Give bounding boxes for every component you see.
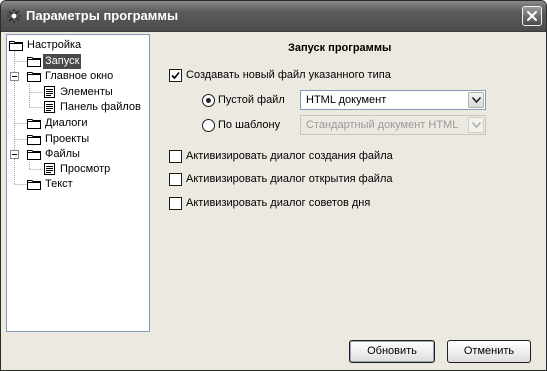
tree-item-projects[interactable]: Проекты [27, 132, 91, 147]
dropdown-button [468, 117, 484, 133]
document-icon [44, 163, 55, 175]
tree-item-label: Панель файлов [60, 101, 141, 113]
cancel-button[interactable]: Отменить [447, 340, 531, 363]
file-type-value: HTML документ [306, 94, 387, 106]
dialog-tips-label: Активизировать диалог советов дня [186, 197, 371, 209]
tree-item-label: Главное окно [45, 70, 114, 82]
tree-item-label: Проекты [45, 133, 90, 145]
chevron-down-icon [472, 97, 481, 103]
collapse-toggle[interactable] [10, 150, 19, 159]
folder-icon [27, 135, 41, 145]
create-new-file-checkbox[interactable] [169, 69, 182, 82]
folder-icon [27, 119, 41, 129]
dialog-create-checkbox[interactable] [169, 150, 182, 163]
tree-item-preview[interactable]: Просмотр [44, 162, 112, 177]
update-button[interactable]: Обновить [349, 340, 435, 363]
tree-item-startup[interactable]: Запуск [27, 54, 82, 69]
document-icon [44, 101, 55, 113]
dropdown-button[interactable] [468, 92, 484, 108]
section-title: Запуск программы [288, 42, 392, 54]
tree-item-files[interactable]: Файлы [27, 147, 82, 162]
tree-item-label: Текст [45, 178, 73, 190]
tree-item-dialogs[interactable]: Диалоги [27, 116, 90, 131]
by-template-radio[interactable] [202, 119, 215, 132]
tree-item-main-window[interactable]: Главное окно [27, 69, 115, 84]
title-bar[interactable]: Параметры программы [1, 1, 546, 32]
close-icon [527, 11, 537, 21]
dialog-create-label: Активизировать диалог создания файла [186, 150, 393, 162]
dialog-open-label: Активизировать диалог открытия файла [186, 173, 393, 185]
empty-file-label: Пустой файл [218, 94, 285, 106]
folder-icon [27, 150, 41, 160]
folder-icon [9, 41, 23, 51]
settings-dialog: Параметры программы Настройка Запуск Гла… [0, 0, 547, 371]
tree-item-label: Запуск [43, 54, 82, 69]
tree-item-label: Элементы [60, 86, 113, 98]
tree-item-label: Просмотр [60, 163, 111, 175]
collapse-toggle[interactable] [10, 72, 19, 81]
tree-item-elements[interactable]: Элементы [44, 85, 115, 100]
window-title: Параметры программы [26, 8, 179, 23]
folder-icon [27, 180, 41, 190]
template-dropdown: Стандартный документ HTML [300, 115, 486, 135]
folder-icon [27, 72, 41, 82]
document-icon [44, 86, 55, 98]
settings-tree[interactable]: Настройка Запуск Главное окно Элементы П… [6, 34, 150, 332]
create-new-file-label: Создавать новый файл указанного типа [186, 69, 391, 81]
by-template-label: По шаблону [218, 119, 281, 131]
empty-file-radio[interactable] [202, 94, 215, 107]
tree-item-label: Настройка [27, 39, 82, 51]
file-type-dropdown[interactable]: HTML документ [300, 90, 486, 110]
tree-item-text[interactable]: Текст [27, 177, 75, 192]
app-icon [6, 8, 22, 24]
dialog-open-checkbox[interactable] [169, 173, 182, 186]
checkmark-icon [171, 71, 180, 80]
chevron-down-icon [472, 122, 481, 128]
dialog-tips-checkbox[interactable] [169, 197, 182, 210]
tree-item-label: Файлы [45, 148, 80, 160]
folder-icon [27, 57, 41, 67]
close-button[interactable] [522, 6, 542, 26]
template-value: Стандартный документ HTML [306, 119, 459, 131]
tree-item-file-panel[interactable]: Панель файлов [44, 100, 143, 115]
tree-item-settings[interactable]: Настройка [9, 38, 83, 53]
tree-item-label: Диалоги [45, 117, 88, 129]
